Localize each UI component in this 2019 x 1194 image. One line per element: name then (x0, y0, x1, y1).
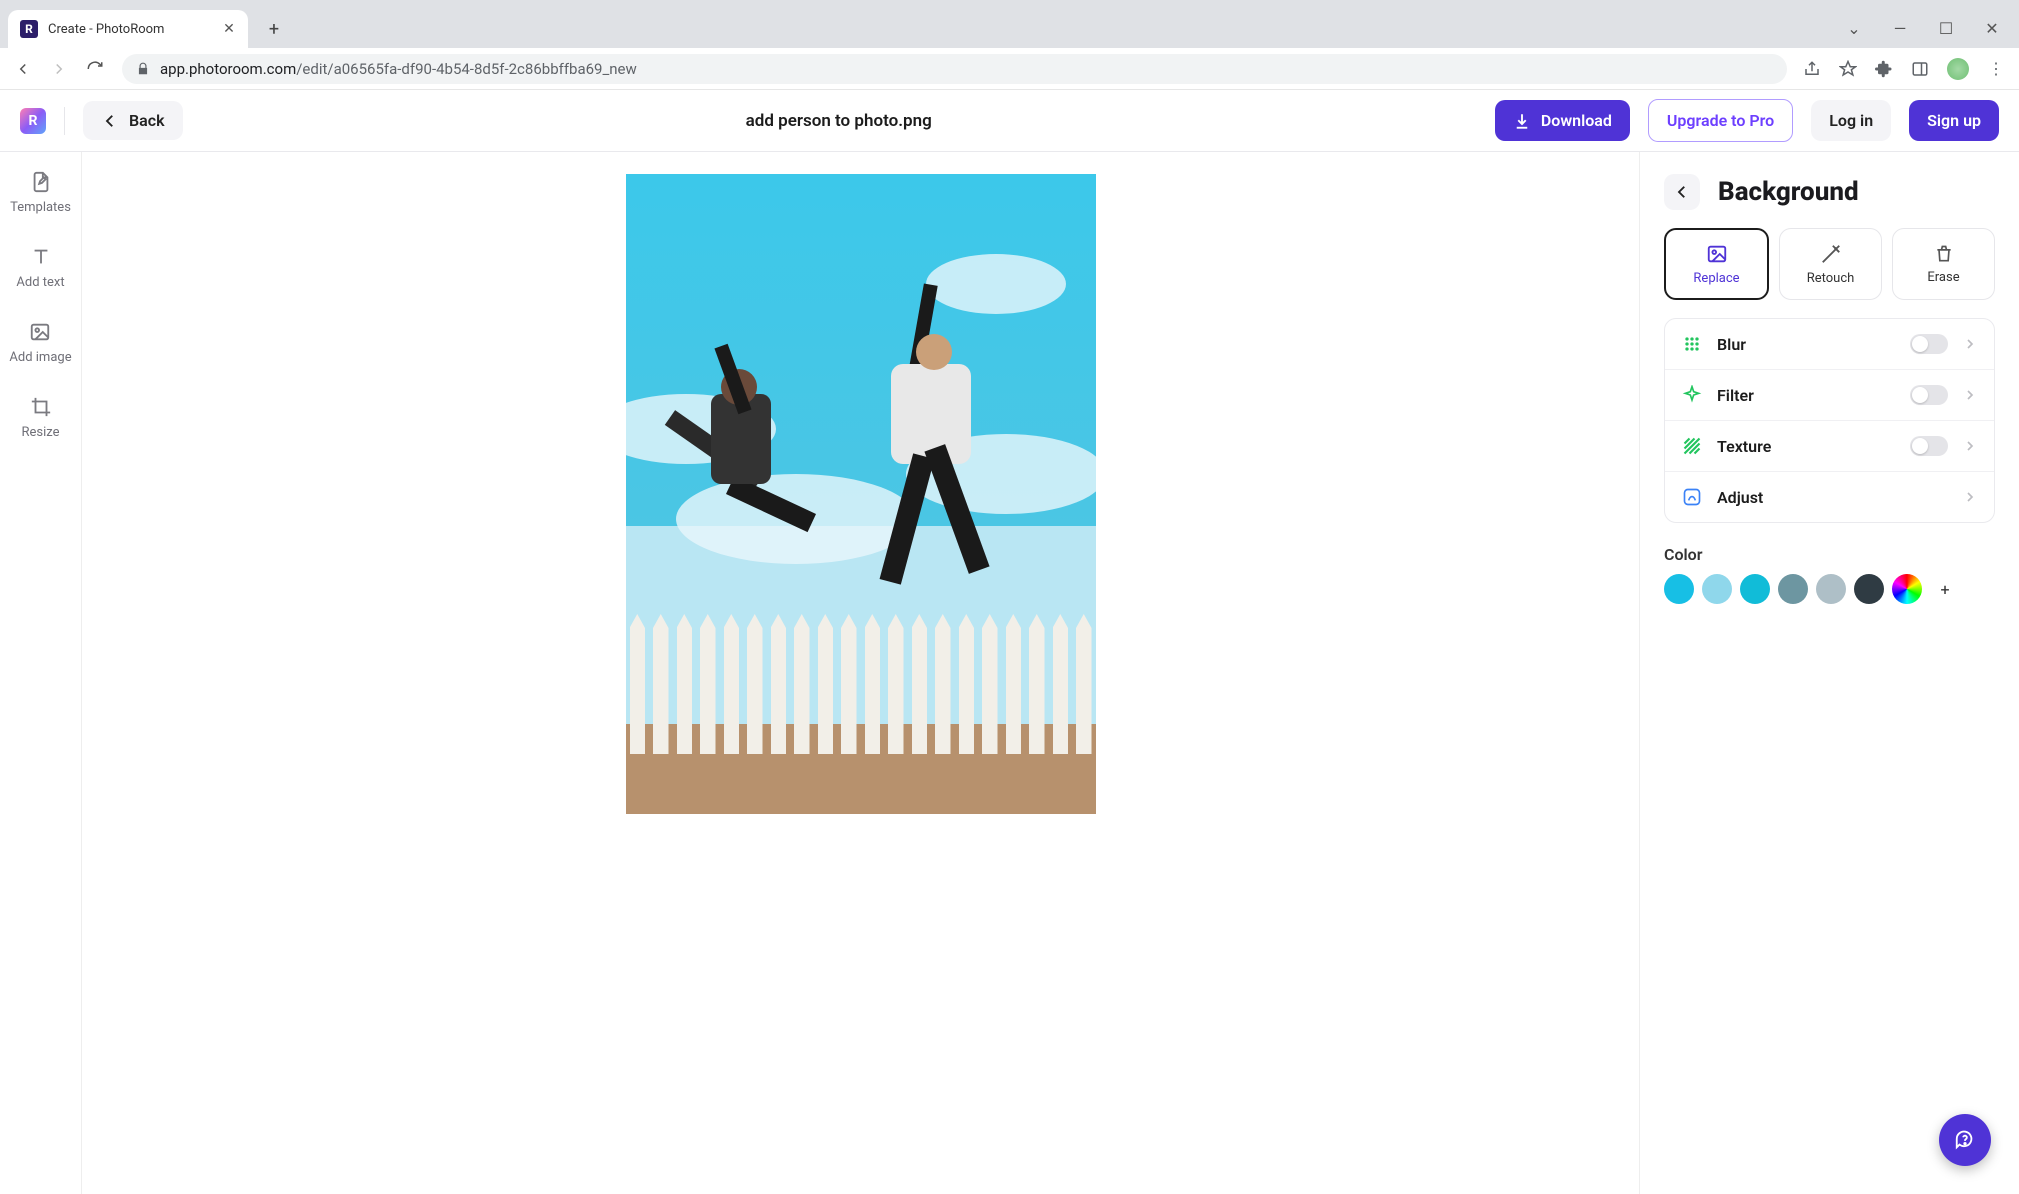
canvas-image[interactable] (626, 174, 1096, 814)
chevron-right-icon (1962, 387, 1978, 403)
rail-item-label: Add image (9, 350, 71, 365)
app-logo[interactable]: R (20, 108, 46, 134)
filter-icon (1681, 384, 1703, 406)
rail-add-image[interactable]: Add image (9, 320, 71, 365)
browser-reload-button[interactable] (86, 60, 106, 78)
new-tab-button[interactable]: + (260, 15, 288, 43)
rail-item-label: Resize (21, 425, 59, 440)
kebab-menu-icon[interactable]: ⋮ (1987, 59, 2005, 78)
rail-templates[interactable]: Templates (10, 170, 71, 215)
browser-address-bar: app.photoroom.com/edit/a06565fa-df90-4b5… (0, 48, 2019, 90)
color-swatch[interactable] (1854, 574, 1884, 604)
star-icon[interactable] (1839, 60, 1857, 78)
chevron-right-icon (1962, 438, 1978, 454)
rail-add-text[interactable]: Add text (16, 245, 64, 290)
option-label: Blur (1717, 335, 1896, 354)
color-swatch[interactable] (1702, 574, 1732, 604)
signup-button-label: Sign up (1927, 111, 1981, 130)
close-icon[interactable]: ✕ (222, 21, 236, 37)
color-swatch[interactable] (1740, 574, 1770, 604)
crop-icon (29, 395, 53, 419)
filter-toggle[interactable] (1910, 385, 1948, 405)
profile-avatar[interactable] (1947, 58, 1969, 80)
login-button[interactable]: Log in (1811, 100, 1891, 141)
chevron-right-icon (1962, 489, 1978, 505)
chevron-down-icon[interactable]: ⌄ (1845, 19, 1863, 38)
upgrade-button-label: Upgrade to Pro (1667, 111, 1774, 130)
app-header: R Back add person to photo.png Download … (0, 90, 2019, 152)
canvas-area[interactable] (82, 152, 1639, 1194)
trash-icon (1934, 244, 1954, 264)
option-texture[interactable]: Texture (1665, 421, 1994, 472)
url-host: app.photoroom.com (160, 60, 296, 78)
texture-toggle[interactable] (1910, 436, 1948, 456)
window-minimize-icon[interactable]: — (1891, 19, 1909, 38)
adjust-icon (1681, 486, 1703, 508)
color-swatches: + (1664, 574, 1995, 604)
color-swatch[interactable] (1778, 574, 1808, 604)
download-button[interactable]: Download (1495, 100, 1630, 141)
add-color-button[interactable]: + (1930, 574, 1960, 604)
chevron-right-icon (1962, 336, 1978, 352)
extensions-icon[interactable] (1875, 60, 1893, 78)
action-replace[interactable]: Replace (1664, 228, 1769, 300)
help-fab[interactable] (1939, 1114, 1991, 1166)
action-label: Erase (1927, 270, 1959, 285)
action-erase[interactable]: Erase (1892, 228, 1995, 300)
color-picker-swatch[interactable] (1892, 574, 1922, 604)
panel-title: Background (1718, 177, 1859, 207)
option-blur[interactable]: Blur (1665, 319, 1994, 370)
favicon: R (20, 20, 38, 38)
upgrade-button[interactable]: Upgrade to Pro (1648, 99, 1793, 142)
browser-tabstrip: R Create - PhotoRoom ✕ + ⌄ — ☐ ✕ (0, 0, 2019, 48)
templates-icon (29, 170, 53, 194)
rail-item-label: Add text (16, 275, 64, 290)
share-icon[interactable] (1803, 60, 1821, 78)
option-label: Adjust (1717, 488, 1948, 507)
url-text: app.photoroom.com/edit/a06565fa-df90-4b5… (160, 60, 637, 78)
option-filter[interactable]: Filter (1665, 370, 1994, 421)
option-label: Filter (1717, 386, 1896, 405)
back-button[interactable]: Back (83, 101, 183, 140)
download-button-label: Download (1541, 111, 1612, 130)
window-close-icon[interactable]: ✕ (1983, 19, 2001, 38)
panel-back-button[interactable] (1664, 174, 1700, 210)
login-button-label: Log in (1829, 111, 1873, 130)
action-label: Replace (1693, 271, 1739, 286)
url-path: /edit/a06565fa-df90-4b54-8d5f-2c86bbffba… (296, 60, 637, 78)
window-maximize-icon[interactable]: ☐ (1937, 19, 1955, 38)
blur-icon (1681, 333, 1703, 355)
lock-icon (136, 62, 150, 76)
inspector-panel: Background Replace Retouch Erase (1639, 152, 2019, 1194)
color-swatch[interactable] (1664, 574, 1694, 604)
image-icon (28, 320, 52, 344)
option-adjust[interactable]: Adjust (1665, 472, 1994, 522)
filename-label: add person to photo.png (746, 111, 932, 131)
option-label: Texture (1717, 437, 1896, 456)
action-retouch[interactable]: Retouch (1779, 228, 1882, 300)
sparkle-icon (1820, 243, 1842, 265)
action-label: Retouch (1807, 271, 1855, 286)
sidepanel-icon[interactable] (1911, 60, 1929, 78)
tab-title: Create - PhotoRoom (48, 22, 222, 37)
back-button-label: Back (129, 111, 165, 130)
rail-resize[interactable]: Resize (21, 395, 59, 440)
texture-icon (1681, 435, 1703, 457)
signup-button[interactable]: Sign up (1909, 100, 1999, 141)
color-swatch[interactable] (1816, 574, 1846, 604)
blur-toggle[interactable] (1910, 334, 1948, 354)
tool-rail: Templates Add text Add image Resize (0, 152, 82, 1194)
text-icon (29, 245, 53, 269)
color-section-title: Color (1664, 545, 1995, 564)
rail-item-label: Templates (10, 200, 71, 215)
browser-back-button[interactable] (14, 60, 34, 78)
url-bar[interactable]: app.photoroom.com/edit/a06565fa-df90-4b5… (122, 54, 1787, 84)
browser-forward-button[interactable] (50, 60, 70, 78)
image-icon (1706, 243, 1728, 265)
browser-tab[interactable]: R Create - PhotoRoom ✕ (8, 10, 248, 48)
separator (64, 107, 65, 135)
